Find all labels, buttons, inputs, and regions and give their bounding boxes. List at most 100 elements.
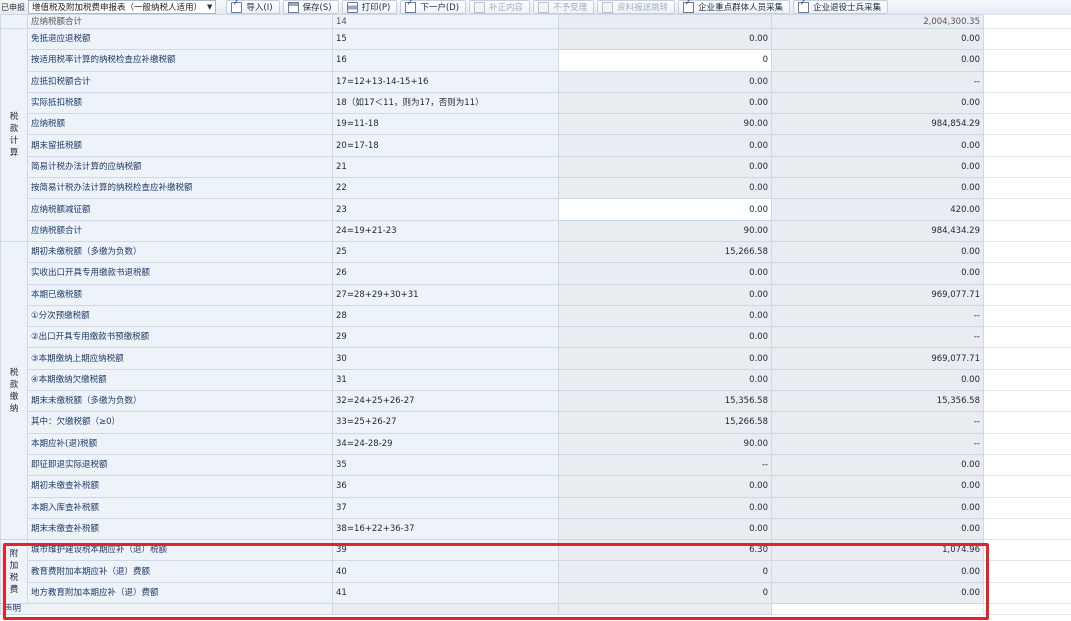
row-name: ②出口开具专用缴款书预缴税额 xyxy=(27,326,333,349)
reject-button-label: 不予受理 xyxy=(553,3,588,13)
row-name: ④本期缴纳欠缴税额 xyxy=(27,368,333,392)
table-row: 期末未缴查补税额 38=16+22+36-37 0.00 0.00 xyxy=(1,517,1071,541)
current-month-value[interactable]: 0 xyxy=(558,49,772,72)
year-to-date-value: 969,077.71 xyxy=(771,283,984,306)
current-month-value: 0 xyxy=(558,581,772,605)
extra-column-cell xyxy=(983,390,1071,413)
row-formula: 22 xyxy=(332,177,559,200)
table-row: 税款计算免抵退应退税额 15 0.00 0.00 xyxy=(0,27,1071,242)
current-month-value: 0.00 xyxy=(558,368,772,392)
extra-column-cell xyxy=(983,453,1071,477)
save-button[interactable]: 保存(S) xyxy=(282,0,339,14)
materials-jump-button[interactable]: 资料报送跳转 xyxy=(597,0,676,14)
table-row: 其中：欠缴税额（≥0） 33=25+26-27 15,266.58 -- xyxy=(1,411,1071,434)
table-row: 应纳税额合计 14 2,004,300.35 xyxy=(0,14,1071,29)
next-taxpayer-button[interactable]: 下一户(D) xyxy=(400,0,467,14)
extra-column-cell xyxy=(983,240,1071,264)
import-button[interactable]: 导入(I) xyxy=(226,0,280,14)
extra-column-cell xyxy=(983,14,1071,29)
document-icon xyxy=(798,1,810,13)
extra-column-cell xyxy=(983,304,1071,328)
year-to-date-value: 0.00 xyxy=(771,560,984,583)
year-to-date-value: -- xyxy=(771,411,984,434)
print-button[interactable]: 打印(P) xyxy=(341,0,398,14)
table-row: 实收出口开具专用缴款书退税额 26 0.00 0.00 xyxy=(1,262,1071,285)
year-to-date-value: 0.00 xyxy=(771,155,984,179)
extra-column-cell xyxy=(983,581,1071,605)
table-row: 应纳税额减征额 23 0.00 420.00 xyxy=(1,198,1071,221)
table-row: 简易计税办法计算的应纳税额 21 0.00 0.00 xyxy=(1,155,1071,179)
row-name: 简易计税办法计算的应纳税额 xyxy=(27,155,333,179)
key-group-collection-button[interactable]: 企业重点群体人员采集 xyxy=(678,0,791,14)
current-month-value: 0.00 xyxy=(558,27,772,51)
toolbar: 已申报 增值税及附加税费申报表（一般纳税人适用） ▼ 导入(I) 保存(S) 打… xyxy=(0,0,1071,15)
current-month-value: -- xyxy=(558,453,772,477)
section-surcharge: 附加税费 xyxy=(0,539,28,605)
edit-icon xyxy=(474,1,486,13)
year-to-date-value: 0.00 xyxy=(771,27,984,51)
current-month-value[interactable]: 0.00 xyxy=(558,198,772,221)
extra-column-cell xyxy=(983,91,1071,115)
row-formula: 29 xyxy=(332,326,559,349)
current-month-value: 0.00 xyxy=(558,70,772,93)
table-row: 本期入库查补税额 37 0.00 0.00 xyxy=(1,496,1071,519)
table-row: 按适用税率计算的纳税检查应补缴税额 16 0 0.00 xyxy=(1,49,1071,72)
print-button-label: 打印(P) xyxy=(361,3,391,13)
table-row: ④本期缴纳欠缴税额 31 0.00 0.00 xyxy=(1,368,1071,392)
materials-jump-button-label: 资料报送跳转 xyxy=(617,3,669,13)
veteran-collection-button[interactable]: 企业退役士兵采集 xyxy=(793,0,889,14)
row-formula: 23 xyxy=(332,198,559,221)
year-to-date-value: 0.00 xyxy=(771,177,984,200)
row-name: ①分次预缴税额 xyxy=(27,304,333,328)
row-formula: 18（如17＜11，则为17，否则为11） xyxy=(332,91,559,115)
year-to-date-value: -- xyxy=(771,70,984,93)
row-formula: 35 xyxy=(332,453,559,477)
current-month-value: 0.00 xyxy=(558,155,772,179)
year-to-date-value: 0.00 xyxy=(771,517,984,541)
current-month-value: 90.00 xyxy=(558,432,772,455)
document-icon xyxy=(683,1,695,13)
row-formula: 24=19+21-23 xyxy=(332,219,559,242)
row-name: 教育费附加本期应补（退）费额 xyxy=(27,560,333,583)
current-month-value: 0.00 xyxy=(558,326,772,349)
edit-icon xyxy=(538,1,550,13)
row-name: 免抵退应退税额 xyxy=(27,27,333,51)
current-month-value: 15,356.58 xyxy=(558,390,772,413)
vat-return-table: 应纳税额合计 14 2,004,300.35 税款计算免抵退应退税额 15 0.00 0.0… xyxy=(0,14,1071,616)
row-formula: 21 xyxy=(332,155,559,179)
extra-column-cell xyxy=(983,70,1071,93)
extra-column-cell xyxy=(983,432,1071,455)
table-row: 期末未缴税额（多缴为负数） 32=24+25+26-27 15,356.58 15,3… xyxy=(1,390,1071,413)
current-month-value: 0.00 xyxy=(558,496,772,519)
current-month-value: 0.00 xyxy=(558,262,772,285)
row-name: 本期入库查补税额 xyxy=(27,496,333,519)
save-button-label: 保存(S) xyxy=(302,3,332,13)
table-row: 即征即退实际退税额 35 -- 0.00 xyxy=(1,453,1071,477)
year-to-date-value: 0.00 xyxy=(771,581,984,605)
year-to-date-value: 420.00 xyxy=(771,198,984,221)
row-formula: 17=12+13-14-15+16 xyxy=(332,70,559,93)
row-formula: 32=24+25+26-27 xyxy=(332,390,559,413)
supplement-content-button[interactable]: 补正内容 xyxy=(469,0,531,14)
current-month-value: 0.00 xyxy=(558,347,772,370)
table-row: 实际抵扣税额 18（如17＜11，则为17，否则为11） 0.00 0.00 xyxy=(1,91,1071,115)
table-row: ②出口开具专用缴款书预缴税额 29 0.00 -- xyxy=(1,326,1071,349)
current-month-value: 0.00 xyxy=(558,304,772,328)
extra-column-cell xyxy=(983,347,1071,370)
row-name: 按简易计税办法计算的纳税检查应补缴税额 xyxy=(27,177,333,200)
reject-button[interactable]: 不予受理 xyxy=(533,0,595,14)
year-to-date-value: 1,074.96 xyxy=(771,539,984,562)
row-name: 实际抵扣税额 xyxy=(27,91,333,115)
row-name: 本期已缴税额 xyxy=(27,283,333,306)
row-formula: 15 xyxy=(332,27,559,51)
row-formula: 26 xyxy=(332,262,559,285)
declaration-label: 声明 xyxy=(0,603,333,616)
table-row: 应抵扣税额合计 17=12+13-14-15+16 0.00 -- xyxy=(1,70,1071,93)
extra-column-cell xyxy=(983,198,1071,221)
extra-column-cell xyxy=(983,155,1071,179)
blank-cell xyxy=(983,603,1071,616)
year-to-date-value: 2,004,300.35 xyxy=(771,14,984,29)
row-formula: 20=17-18 xyxy=(332,134,559,157)
save-icon xyxy=(287,1,299,13)
form-type-select[interactable]: 增值税及附加税费申报表（一般纳税人适用） ▼ xyxy=(28,0,217,14)
